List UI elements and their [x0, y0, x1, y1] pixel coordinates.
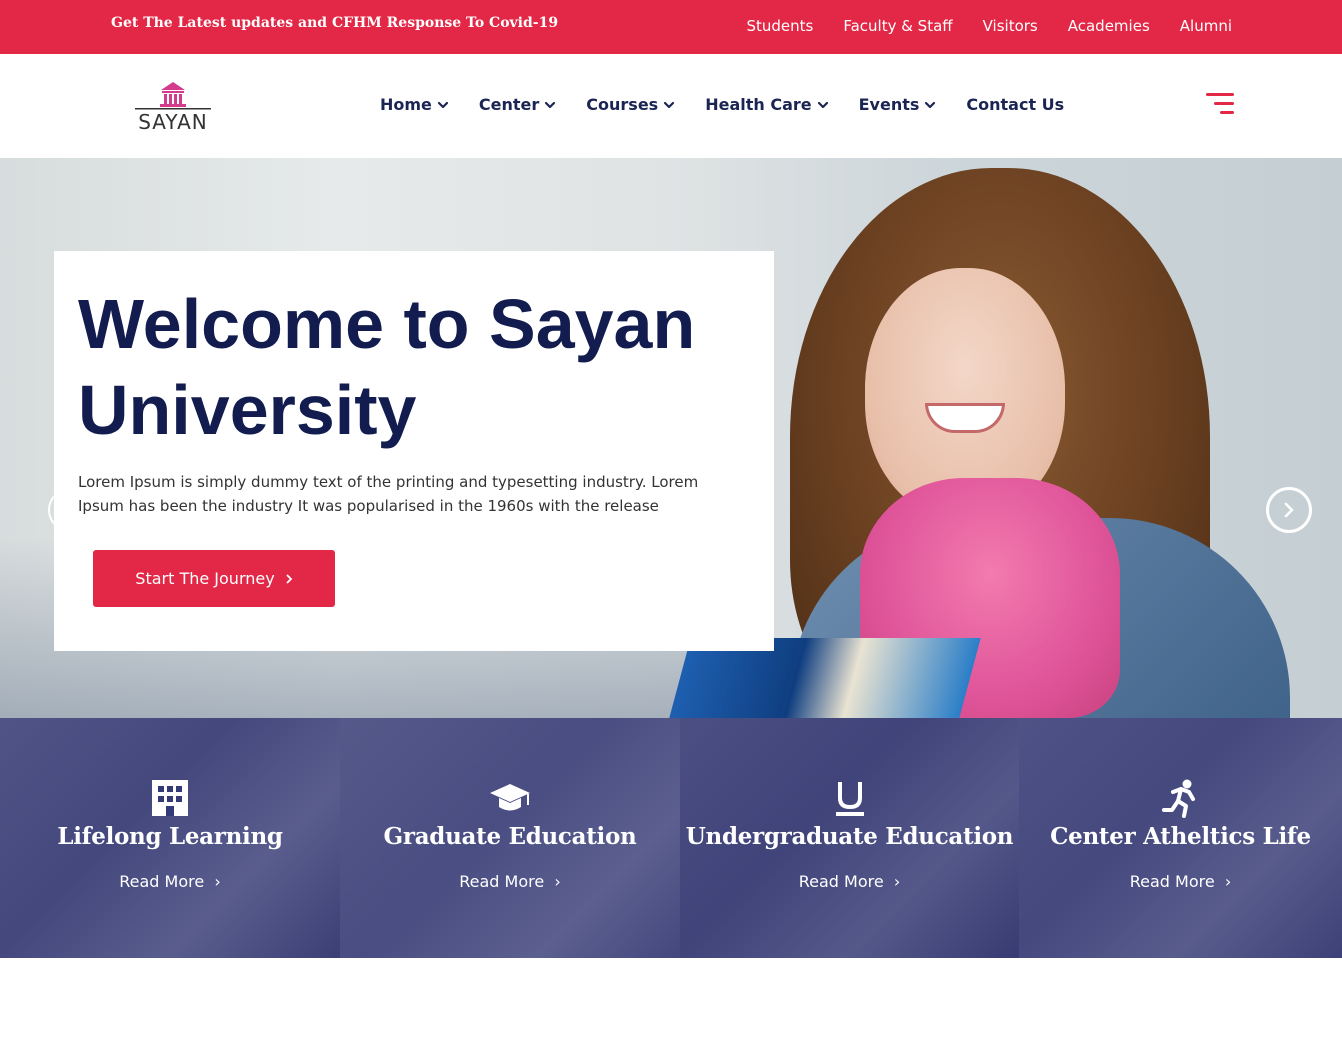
feature-tiles: Lifelong Learning Read More › Graduate E… — [0, 718, 1342, 958]
read-more-label: Read More — [798, 872, 884, 891]
chevron-right-icon: › — [549, 872, 561, 891]
nav-center-label: Center — [478, 95, 540, 114]
primary-menu: Home Center Courses Health Care Events C… — [380, 95, 1064, 114]
main-navbar: SAYAN Home Center Courses Health Care Ev… — [0, 54, 1342, 158]
chevron-down-icon — [817, 101, 828, 108]
feature-title: Center Atheltics Life — [1050, 823, 1311, 850]
nav-contact-us-label: Contact Us — [966, 95, 1065, 114]
read-more-link[interactable]: Read More › — [680, 872, 1019, 891]
start-journey-button[interactable]: Start The Journey — [93, 550, 335, 607]
nav-health-care-label: Health Care — [705, 95, 812, 114]
welcome-card: Welcome to Sayan University Lorem Ipsum … — [54, 251, 774, 651]
read-more-label: Read More — [119, 872, 205, 891]
link-academies[interactable]: Academies — [1068, 17, 1150, 35]
hero-description: Lorem Ipsum is simply dummy text of the … — [78, 473, 699, 515]
nav-events[interactable]: Events — [859, 95, 937, 114]
covid-update-notice[interactable]: Get The Latest updates and CFHM Response… — [111, 15, 558, 31]
nav-events-label: Events — [858, 95, 920, 114]
read-more-link[interactable]: Read More › — [1019, 872, 1342, 891]
chevron-right-icon: › — [209, 872, 221, 891]
underline-u-icon — [835, 782, 864, 816]
feature-title: Undergraduate Education — [685, 823, 1014, 850]
nav-courses[interactable]: Courses — [586, 95, 675, 114]
link-faculty-staff[interactable]: Faculty & Staff — [843, 17, 952, 35]
read-more-link[interactable]: Read More › — [0, 872, 340, 891]
graduation-cap-icon — [490, 784, 530, 811]
chevron-down-icon — [437, 101, 449, 108]
chevron-right-circle-icon — [1284, 502, 1294, 518]
nav-health-care[interactable]: Health Care — [705, 95, 828, 114]
feature-undergraduate-education[interactable]: Undergraduate Education Read More › — [680, 718, 1019, 958]
feature-graduate-education[interactable]: Graduate Education Read More › — [340, 718, 680, 958]
chevron-down-icon — [545, 101, 556, 108]
nav-courses-label: Courses — [586, 95, 659, 114]
feature-center-athletics-life[interactable]: Center Atheltics Life Read More › — [1019, 718, 1342, 958]
feature-title: Graduate Education — [383, 823, 637, 850]
feature-title: Lifelong Learning — [57, 823, 283, 850]
link-students[interactable]: Students — [746, 17, 813, 35]
top-announcement-bar: Get The Latest updates and CFHM Response… — [0, 0, 1342, 54]
nav-home-label: Home — [380, 95, 432, 114]
running-person-icon — [1161, 779, 1195, 818]
brand-name: SAYAN — [138, 110, 208, 134]
audience-links: Students Faculty & Staff Visitors Academ… — [746, 17, 1232, 35]
chevron-down-icon — [925, 101, 936, 108]
site-logo[interactable]: SAYAN — [135, 80, 211, 136]
chevron-right-icon: › — [888, 872, 901, 891]
chevron-down-icon — [664, 101, 675, 108]
link-alumni[interactable]: Alumni — [1180, 17, 1232, 35]
start-journey-label: Start The Journey — [135, 569, 275, 588]
next-slide-button[interactable] — [1266, 487, 1312, 533]
nav-center[interactable]: Center — [479, 95, 556, 114]
building-icon — [152, 780, 188, 816]
feature-lifelong-learning[interactable]: Lifelong Learning Read More › — [0, 718, 340, 958]
read-more-link[interactable]: Read More › — [340, 872, 680, 891]
hero-title: Welcome to Sayan University — [78, 285, 696, 449]
nav-contact-us[interactable]: Contact Us — [966, 95, 1064, 114]
chevron-right-icon — [286, 573, 292, 584]
chevron-right-icon: › — [1219, 872, 1232, 891]
university-building-icon — [135, 82, 211, 110]
read-more-label: Read More — [1129, 872, 1215, 891]
nav-home[interactable]: Home — [380, 95, 449, 114]
read-more-label: Read More — [459, 872, 545, 891]
link-visitors[interactable]: Visitors — [983, 17, 1038, 35]
hamburger-menu-icon[interactable] — [1206, 93, 1234, 115]
